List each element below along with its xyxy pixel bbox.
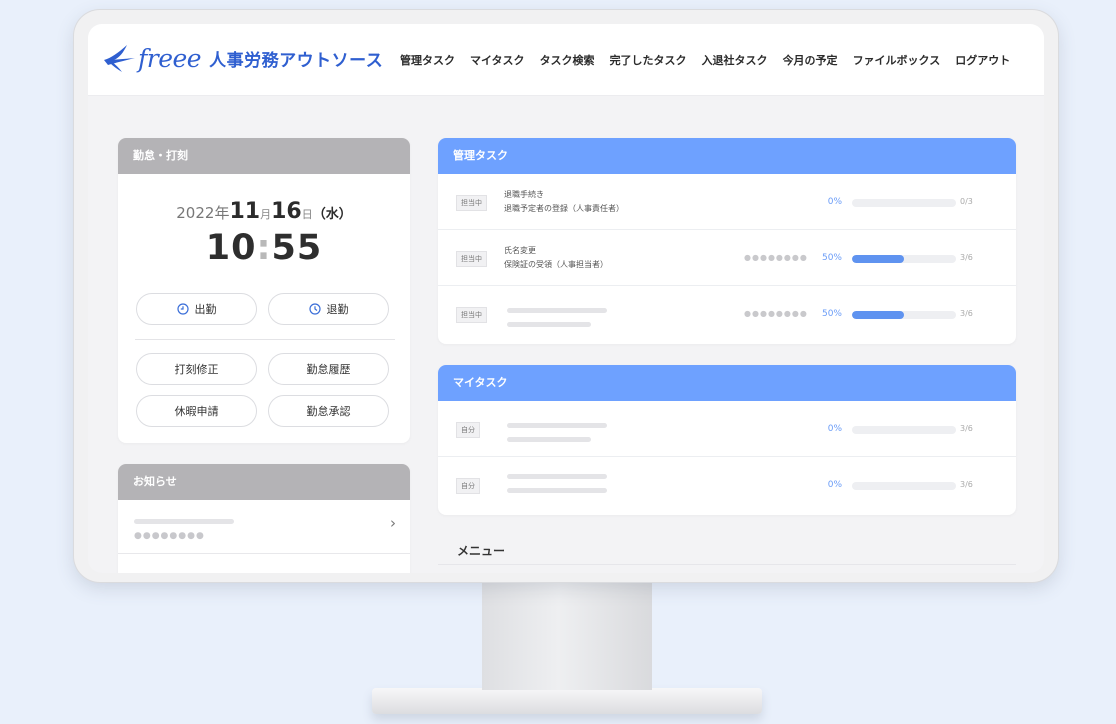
chevron-right-icon: › xyxy=(390,514,396,532)
monitor-base xyxy=(372,688,762,714)
time-separator: : xyxy=(256,228,272,268)
punch-correction-button[interactable]: 打刻修正 xyxy=(136,353,257,385)
task-row[interactable]: 自分 0% 3/6 xyxy=(438,401,1016,457)
attendance-card-title: 勤怠・打刻 xyxy=(118,138,410,174)
progress-count: 3/6 xyxy=(960,309,973,318)
progress-bar xyxy=(852,482,956,490)
task-name-placeholder xyxy=(507,423,607,428)
monitor-stand xyxy=(482,580,652,690)
date-weekday: （水） xyxy=(312,207,352,222)
time-minutes: 55 xyxy=(271,228,323,268)
notice-date-placeholder: ●●●●●●●● xyxy=(134,531,205,541)
task-name: 退職手続き xyxy=(504,190,544,199)
attendance-card: 勤怠・打刻 2022年11月16日（水） 10:55 出勤 退勤 打刻修正 勤怠… xyxy=(118,138,410,443)
task-name-placeholder xyxy=(507,474,607,479)
my-tasks-card: マイタスク 自分 0% 3/6 自分 0% 3/6 xyxy=(438,365,1016,515)
my-tasks-card-title: マイタスク xyxy=(438,365,1016,401)
progress-bar xyxy=(852,199,956,207)
status-badge: 自分 xyxy=(456,422,480,438)
date-month: 11 xyxy=(229,199,261,224)
progress-percent: 50% xyxy=(821,253,842,263)
menu-heading: メニュー xyxy=(457,544,506,558)
task-step-placeholder xyxy=(507,488,607,493)
task-step: 保険証の受領（人事担当者） xyxy=(504,260,608,269)
attendance-approval-button[interactable]: 勤怠承認 xyxy=(268,395,389,427)
clock-in-label: 出勤 xyxy=(194,303,217,316)
date-month-unit: 月 xyxy=(260,208,272,221)
progress-percent: 0% xyxy=(827,197,842,207)
status-badge: 自分 xyxy=(456,478,480,494)
divider xyxy=(438,564,1016,565)
date-year: 2022 xyxy=(176,204,215,222)
task-step-placeholder xyxy=(507,322,591,327)
task-name-placeholder xyxy=(507,308,607,313)
date-year-unit: 年 xyxy=(214,204,230,222)
progress-percent: 0% xyxy=(827,480,842,490)
divider xyxy=(118,553,410,554)
divider xyxy=(135,339,395,340)
date-day-unit: 日 xyxy=(301,208,313,221)
progress-count: 3/6 xyxy=(960,480,973,489)
task-row[interactable]: 自分 0% 3/6 xyxy=(438,457,1016,513)
time-hours: 10 xyxy=(205,228,257,268)
progress-count: 3/6 xyxy=(960,253,973,262)
notices-card-title: お知らせ xyxy=(118,464,410,500)
progress-percent: 0% xyxy=(827,424,842,434)
task-row[interactable]: 担当中 ●●●●●●●● 50% 3/6 xyxy=(438,286,1016,342)
progress-fill xyxy=(852,311,904,319)
current-time: 10:55 xyxy=(118,228,410,268)
managed-tasks-card-title: 管理タスク xyxy=(438,138,1016,174)
clock-out-label: 退勤 xyxy=(326,303,349,316)
current-date: 2022年11月16日（水） xyxy=(118,199,410,224)
progress-bar xyxy=(852,426,956,434)
clock-out-button[interactable]: 退勤 xyxy=(268,293,389,325)
progress-bar xyxy=(852,311,956,319)
progress-count: 0/3 xyxy=(960,197,973,206)
task-row[interactable]: 担当中 氏名変更 保険証の受領（人事担当者） ●●●●●●●● 50% 3/6 xyxy=(438,230,1016,286)
task-step-placeholder xyxy=(507,437,591,442)
progress-bar xyxy=(852,255,956,263)
status-badge: 担当中 xyxy=(456,307,487,323)
status-badge: 担当中 xyxy=(456,195,487,211)
clock-icon xyxy=(308,303,321,315)
task-row[interactable]: 担当中 退職手続き 退職予定者の登録（人事責任者） 0% 0/3 xyxy=(438,174,1016,230)
clock-icon xyxy=(176,303,189,315)
progress-count: 3/6 xyxy=(960,424,973,433)
task-step: 退職予定者の登録（人事責任者） xyxy=(504,204,624,213)
notice-title-placeholder xyxy=(134,519,234,524)
progress-percent: 50% xyxy=(821,309,842,319)
managed-tasks-card: 管理タスク 担当中 退職手続き 退職予定者の登録（人事責任者） 0% 0/3 担… xyxy=(438,138,1016,344)
dashboard: 勤怠・打刻 2022年11月16日（水） 10:55 出勤 退勤 打刻修正 勤怠… xyxy=(88,24,1044,573)
attendance-history-button[interactable]: 勤怠履歴 xyxy=(268,353,389,385)
progress-fill xyxy=(852,255,904,263)
clock-in-button[interactable]: 出勤 xyxy=(136,293,257,325)
status-badge: 担当中 xyxy=(456,251,487,267)
date-day: 16 xyxy=(271,199,302,224)
leave-request-button[interactable]: 休暇申請 xyxy=(136,395,257,427)
task-name: 氏名変更 xyxy=(504,246,536,255)
notices-card: お知らせ ●●●●●●●● › xyxy=(118,464,410,573)
